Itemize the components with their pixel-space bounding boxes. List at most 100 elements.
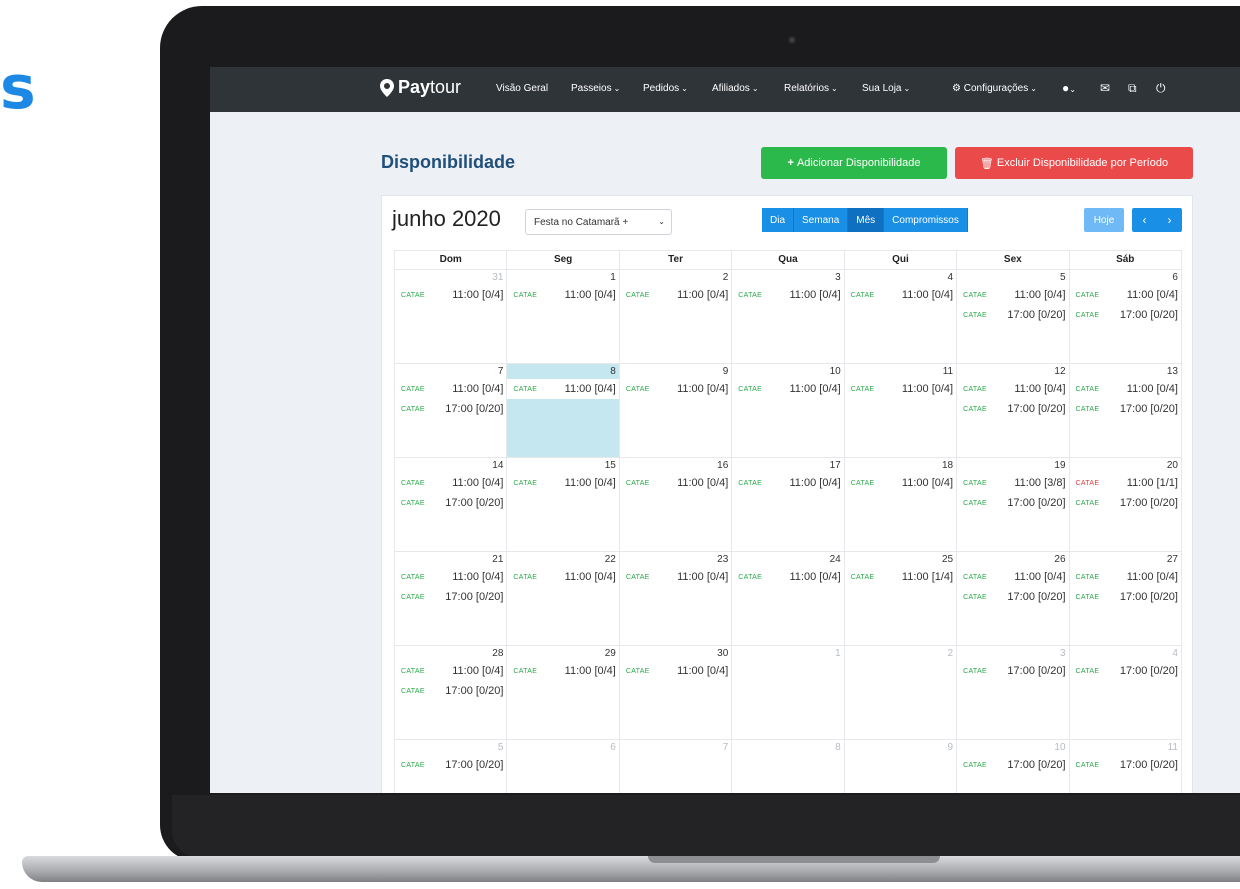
view-day-button[interactable]: Dia [762, 208, 795, 232]
calendar-day[interactable]: 9 CATAE 11:00 [0/4] [619, 364, 733, 457]
calendar-day[interactable]: 7 [620, 740, 733, 793]
calendar-day[interactable]: 8 [732, 740, 845, 793]
brand-logo[interactable]: Pay tour [380, 77, 461, 98]
availability-event[interactable]: CATAE 11:00 [0/4] [619, 661, 732, 681]
mail-icon[interactable]: ✉ [1100, 81, 1110, 95]
availability-event[interactable]: CATAE 17:00 [0/20] [395, 681, 507, 701]
calendar-day[interactable]: 15 CATAE 11:00 [0/4] [507, 458, 620, 551]
availability-event[interactable]: CATAE 17:00 [0/20] [957, 661, 1069, 681]
availability-event[interactable]: CATAE 11:00 [0/4] [957, 567, 1069, 587]
chevron-left-icon[interactable]: ‹ [1143, 213, 1147, 227]
availability-event[interactable]: CATAE 11:00 [0/4] [507, 285, 619, 305]
availability-event[interactable]: CATAE 17:00 [0/20] [957, 305, 1069, 325]
calendar-day[interactable]: 11 CATAE 11:00 [0/4] [844, 364, 958, 457]
calendar-day[interactable]: 30 CATAE 11:00 [0/4] [619, 646, 733, 739]
availability-event[interactable]: CATAE 11:00 [0/4] [619, 285, 732, 305]
nav-relatorios[interactable]: Relatórios ⌄ [784, 83, 838, 94]
calendar-day[interactable]: 23 CATAE 11:00 [0/4] [619, 552, 733, 645]
calendar-day[interactable]: 6 [507, 740, 620, 793]
availability-event[interactable]: CATAE 11:00 [0/4] [507, 379, 619, 399]
availability-event[interactable]: CATAE 17:00 [0/20] [957, 493, 1069, 513]
delete-availability-button[interactable]: 🗑 Excluir Disponibilidade por Período [955, 147, 1193, 179]
availability-event[interactable]: CATAE 17:00 [0/20] [1069, 305, 1181, 325]
availability-event[interactable]: CATAE 11:00 [0/4] [957, 379, 1069, 399]
calendar-day[interactable]: 20 CATAE 11:00 [1/1] CATAE 17:00 [0/20] [1069, 458, 1182, 551]
availability-event[interactable]: CATAE 17:00 [0/20] [1069, 661, 1181, 681]
availability-event[interactable]: CATAE 11:00 [0/4] [619, 473, 732, 493]
nav-configuracoes[interactable]: ⚙ Configurações ⌄ [952, 83, 1037, 94]
calendar-day[interactable]: 6 CATAE 11:00 [0/4] CATAE 17:00 [0/20] [1069, 270, 1182, 363]
availability-event[interactable]: CATAE 11:00 [0/4] [732, 379, 844, 399]
view-month-button[interactable]: Mês [848, 208, 885, 232]
nav-afiliados[interactable]: Afiliados ⌄ [712, 83, 759, 94]
availability-event[interactable]: CATAE 17:00 [0/20] [395, 399, 507, 419]
availability-event[interactable]: CATAE 17:00 [0/20] [1069, 587, 1181, 607]
availability-event[interactable]: CATAE 11:00 [0/4] [507, 473, 619, 493]
view-agenda-button[interactable]: Compromissos [884, 208, 968, 232]
nav-pedidos[interactable]: Pedidos ⌄ [643, 83, 688, 94]
availability-event[interactable]: CATAE 11:00 [0/4] [395, 661, 507, 681]
availability-event[interactable]: CATAE 17:00 [0/20] [957, 587, 1069, 607]
calendar-day[interactable]: 16 CATAE 11:00 [0/4] [619, 458, 733, 551]
availability-event[interactable]: CATAE 11:00 [1/4] [844, 567, 957, 587]
availability-event[interactable]: CATAE 17:00 [0/20] [395, 755, 507, 775]
availability-event[interactable]: CATAE 11:00 [0/4] [395, 473, 507, 493]
calendar-day[interactable]: 10 CATAE 17:00 [0/20] [957, 740, 1070, 793]
external-link-icon[interactable]: ⧉ [1128, 81, 1137, 96]
calendar-day[interactable]: 24 CATAE 11:00 [0/4] [732, 552, 845, 645]
calendar-day[interactable]: 25 CATAE 11:00 [1/4] [844, 552, 958, 645]
calendar-day[interactable]: 17 CATAE 11:00 [0/4] [732, 458, 845, 551]
calendar-day[interactable]: 21 CATAE 11:00 [0/4] CATAE 17:00 [0/20] [395, 552, 508, 645]
availability-event[interactable]: CATAE 11:00 [1/1] [1069, 473, 1181, 493]
calendar-day[interactable]: 22 CATAE 11:00 [0/4] [507, 552, 620, 645]
calendar-day[interactable]: 2 CATAE 11:00 [0/4] [619, 270, 733, 363]
calendar-day[interactable]: 13 CATAE 11:00 [0/4] CATAE 17:00 [0/20] [1069, 364, 1182, 457]
calendar-day[interactable]: 26 CATAE 11:00 [0/4] CATAE 17:00 [0/20] [957, 552, 1070, 645]
availability-event[interactable]: CATAE 17:00 [0/20] [1069, 755, 1181, 775]
tour-select[interactable]: Festa no Catamarã + ⌄ [525, 209, 672, 235]
calendar-day[interactable]: 9 [845, 740, 958, 793]
calendar-day[interactable]: 1 CATAE 11:00 [0/4] [507, 270, 620, 363]
availability-event[interactable]: CATAE 11:00 [0/4] [732, 285, 844, 305]
chat-icon[interactable]: ●⌄ [1062, 81, 1076, 95]
availability-event[interactable]: CATAE 11:00 [0/4] [844, 473, 957, 493]
availability-event[interactable]: CATAE 17:00 [0/20] [1069, 399, 1181, 419]
availability-event[interactable]: CATAE 11:00 [0/4] [619, 379, 732, 399]
calendar-day[interactable]: 27 CATAE 11:00 [0/4] CATAE 17:00 [0/20] [1069, 552, 1182, 645]
chevron-right-icon[interactable]: › [1168, 213, 1172, 227]
view-week-button[interactable]: Semana [794, 208, 849, 232]
calendar-day[interactable]: 3 CATAE 17:00 [0/20] [957, 646, 1070, 739]
availability-event[interactable]: CATAE 17:00 [0/20] [395, 587, 507, 607]
calendar-day[interactable]: 10 CATAE 11:00 [0/4] [732, 364, 845, 457]
availability-event[interactable]: CATAE 11:00 [0/4] [619, 567, 732, 587]
calendar-day-today[interactable]: 8 CATAE 11:00 [0/4] [507, 364, 620, 457]
calendar-day[interactable]: 18 CATAE 11:00 [0/4] [844, 458, 958, 551]
calendar-day[interactable]: 5 CATAE 11:00 [0/4] CATAE 17:00 [0/20] [957, 270, 1070, 363]
availability-event[interactable]: CATAE 11:00 [0/4] [844, 285, 957, 305]
calendar-day[interactable]: 4 CATAE 11:00 [0/4] [844, 270, 958, 363]
today-button[interactable]: Hoje [1084, 208, 1124, 232]
calendar-day[interactable]: 3 CATAE 11:00 [0/4] [732, 270, 845, 363]
availability-event[interactable]: CATAE 11:00 [0/4] [507, 661, 619, 681]
availability-event[interactable]: CATAE 11:00 [0/4] [1069, 567, 1181, 587]
power-icon[interactable]: ⏻ [1156, 81, 1166, 96]
availability-event[interactable]: CATAE 17:00 [0/20] [395, 493, 507, 513]
calendar-day[interactable]: 12 CATAE 11:00 [0/4] CATAE 17:00 [0/20] [957, 364, 1070, 457]
availability-event[interactable]: CATAE 17:00 [0/20] [957, 755, 1069, 775]
calendar-day[interactable]: 28 CATAE 11:00 [0/4] CATAE 17:00 [0/20] [395, 646, 508, 739]
calendar-day[interactable]: 14 CATAE 11:00 [0/4] CATAE 17:00 [0/20] [395, 458, 508, 551]
nav-visao-geral[interactable]: Visão Geral [496, 83, 548, 94]
availability-event[interactable]: CATAE 11:00 [0/4] [844, 379, 957, 399]
calendar-day[interactable]: 29 CATAE 11:00 [0/4] [507, 646, 620, 739]
calendar-day[interactable]: 2 [845, 646, 958, 739]
availability-event[interactable]: CATAE 11:00 [3/8] [957, 473, 1069, 493]
availability-event[interactable]: CATAE 11:00 [0/4] [395, 567, 507, 587]
nav-sua-loja[interactable]: Sua Loja ⌄ [862, 83, 910, 94]
add-availability-button[interactable]: + Adicionar Disponibilidade [761, 147, 947, 179]
calendar-day[interactable]: 4 CATAE 17:00 [0/20] [1069, 646, 1182, 739]
calendar-day[interactable]: 31 CATAE 11:00 [0/4] [395, 270, 508, 363]
calendar-day[interactable]: 5 CATAE 17:00 [0/20] [395, 740, 508, 793]
availability-event[interactable]: CATAE 11:00 [0/4] [1069, 285, 1181, 305]
availability-event[interactable]: CATAE 11:00 [0/4] [732, 473, 844, 493]
availability-event[interactable]: CATAE 11:00 [0/4] [1069, 379, 1181, 399]
